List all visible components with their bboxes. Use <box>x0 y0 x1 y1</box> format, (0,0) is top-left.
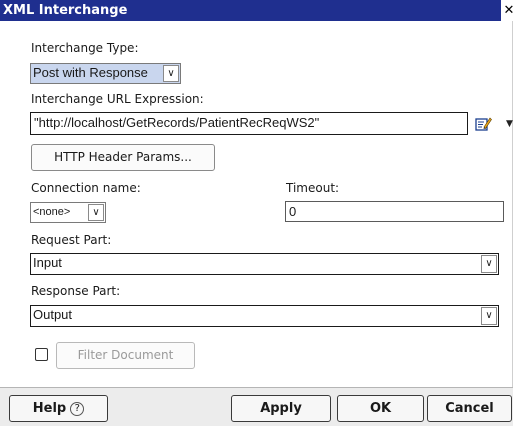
chevron-down-icon[interactable]: ∨ <box>481 307 497 325</box>
chevron-down-icon[interactable]: ∨ <box>163 65 179 82</box>
ok-button[interactable]: OK <box>337 395 424 422</box>
interchange-type-label: Interchange Type: <box>31 41 139 55</box>
interchange-type-select[interactable]: Post with Response ∨ <box>30 63 181 84</box>
window-title: XML Interchange <box>3 3 128 18</box>
response-part-value: Output <box>33 307 73 322</box>
request-part-select[interactable]: Input ∨ <box>30 253 499 275</box>
http-header-params-button[interactable]: HTTP Header Params... <box>31 144 215 171</box>
edit-expression-icon[interactable] <box>475 116 492 132</box>
dialog-body: Interchange Type: Post with Response ∨ I… <box>0 21 513 426</box>
chevron-down-icon[interactable]: ∨ <box>88 204 104 221</box>
chevron-down-icon[interactable]: ∨ <box>481 255 497 273</box>
dialog-footer: Help? Apply OK Cancel <box>0 387 513 426</box>
help-button[interactable]: Help? <box>9 395 108 422</box>
request-part-value: Input <box>33 255 62 270</box>
connection-name-value: <none> <box>33 206 71 218</box>
close-button[interactable]: ✕ <box>501 0 517 21</box>
response-part-select[interactable]: Output ∨ <box>30 305 499 327</box>
apply-button[interactable]: Apply <box>231 395 331 422</box>
edit-menu-arrow-icon[interactable]: ▼ <box>506 119 513 129</box>
timeout-label: Timeout: <box>286 181 340 195</box>
request-part-label: Request Part: <box>31 233 112 247</box>
help-label: Help <box>32 401 67 416</box>
close-icon: ✕ <box>503 3 515 18</box>
connection-name-label: Connection name: <box>31 181 141 195</box>
help-circle-icon: ? <box>70 402 85 416</box>
response-part-label: Response Part: <box>31 284 121 298</box>
filter-document-button[interactable]: Filter Document <box>56 342 195 369</box>
interchange-type-value: Post with Response <box>33 65 148 80</box>
timeout-input[interactable]: 0 <box>285 201 504 222</box>
filter-document-checkbox[interactable] <box>35 348 48 361</box>
url-expression-input[interactable]: "http://localhost/GetRecords/PatientRecR… <box>30 112 468 135</box>
connection-name-select[interactable]: <none> ∨ <box>30 202 106 223</box>
title-bar: XML Interchange <box>0 0 517 21</box>
cancel-button[interactable]: Cancel <box>427 395 512 422</box>
url-expression-label: Interchange URL Expression: <box>31 92 204 106</box>
